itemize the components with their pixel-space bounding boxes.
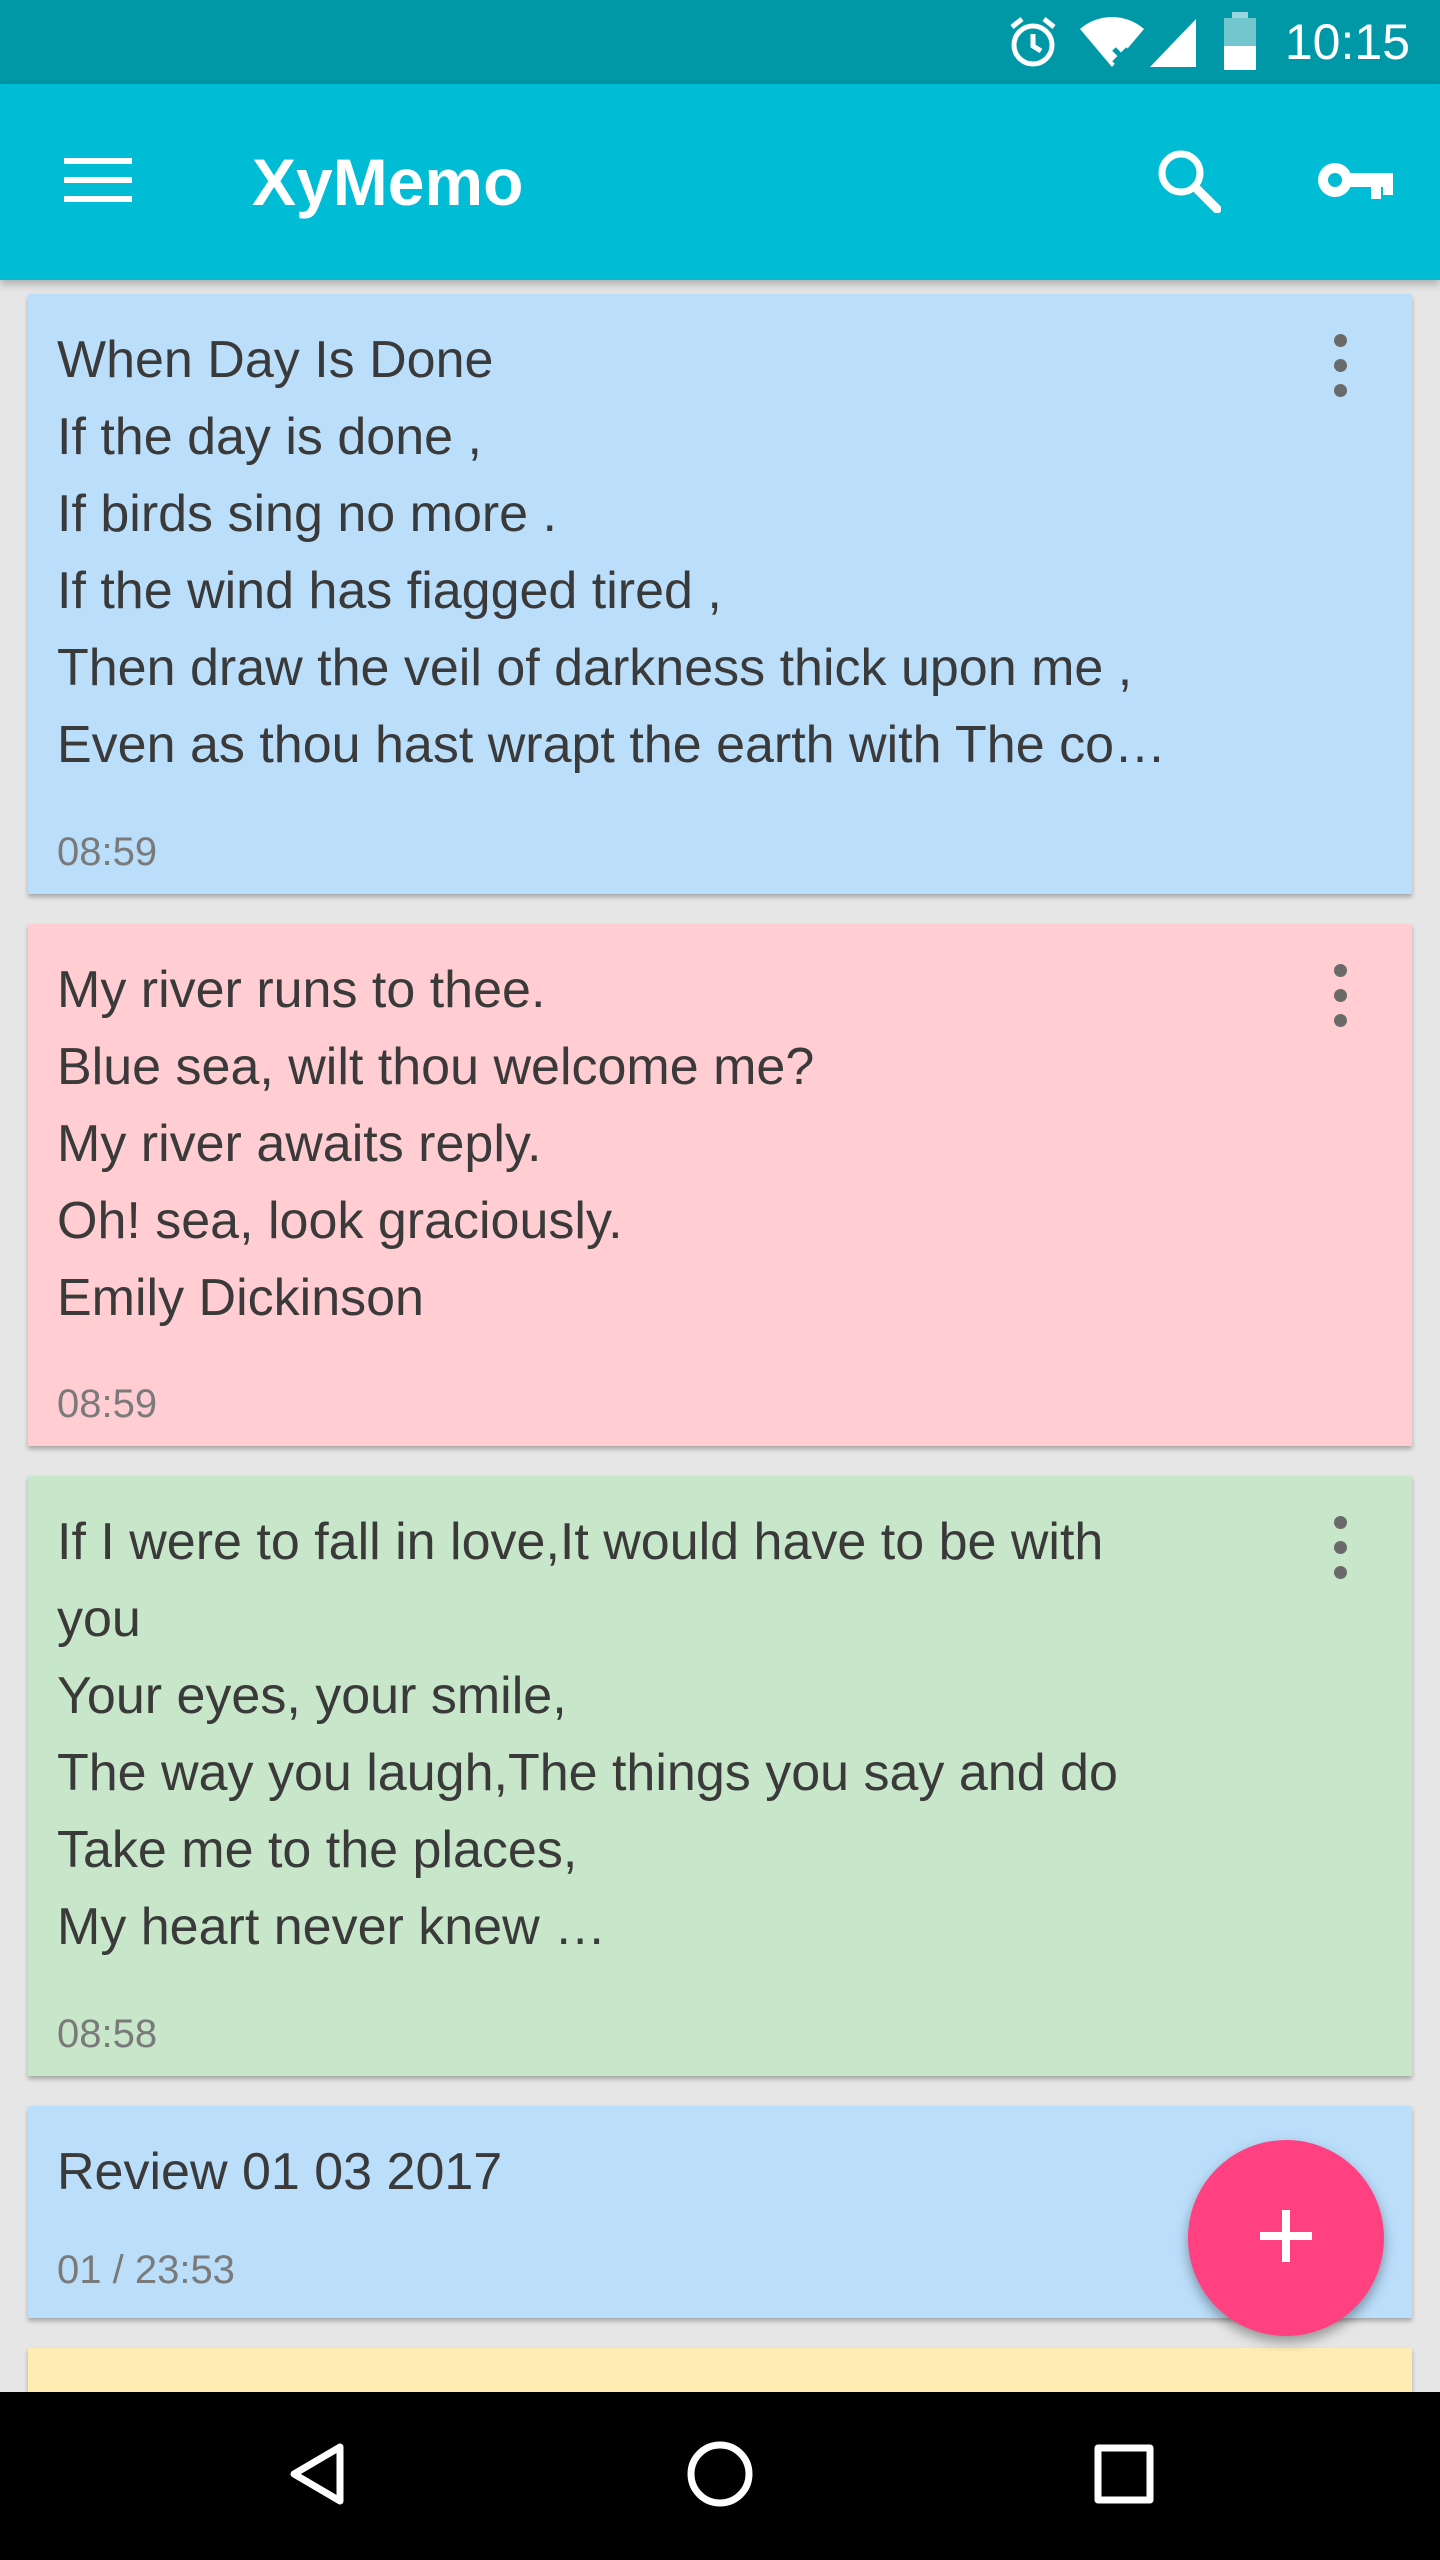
memo-text: If I were to fall in love,It would have … bbox=[57, 1504, 1257, 1966]
back-icon bbox=[286, 2441, 346, 2512]
status-time: 10:15 bbox=[1284, 14, 1410, 70]
memo-line: My river runs to thee. bbox=[57, 961, 546, 1019]
memo-card[interactable] bbox=[28, 2348, 1412, 2392]
memo-line: My heart never knew … bbox=[57, 1898, 607, 1956]
recents-button[interactable] bbox=[1044, 2392, 1204, 2560]
memo-list[interactable]: When Day Is Done If the day is done , If… bbox=[0, 280, 1440, 2392]
home-button[interactable] bbox=[640, 2392, 800, 2560]
memo-card[interactable]: If I were to fall in love,It would have … bbox=[28, 1476, 1412, 2076]
key-icon bbox=[1315, 155, 1395, 210]
memo-line: Your eyes, your smile, bbox=[57, 1667, 567, 1725]
add-memo-button[interactable] bbox=[1188, 2140, 1384, 2336]
app-title: XyMemo bbox=[252, 145, 524, 219]
memo-line: The way you laugh,The things you say and… bbox=[57, 1744, 1118, 1802]
memo-line: If the day is done , bbox=[57, 408, 482, 466]
memo-line: Blue sea, wilt thou welcome me? bbox=[57, 1038, 815, 1096]
memo-line: Review 01 03 2017 bbox=[57, 2143, 503, 2201]
memo-card[interactable]: My river runs to thee. Blue sea, wilt th… bbox=[28, 924, 1412, 1446]
recents-icon bbox=[1094, 2444, 1154, 2509]
more-options-icon[interactable] bbox=[1320, 320, 1360, 410]
memo-line: If the wind has fiagged tired , bbox=[57, 562, 722, 620]
back-button[interactable] bbox=[236, 2392, 396, 2560]
memo-text: Review 01 03 2017 bbox=[57, 2134, 1257, 2211]
memo-line: Emily Dickinson bbox=[57, 1269, 424, 1327]
search-icon bbox=[1155, 147, 1222, 218]
navigation-bar bbox=[0, 2392, 1440, 2560]
more-options-icon[interactable] bbox=[1320, 1502, 1360, 1592]
memo-time: 01 / 23:53 bbox=[57, 2248, 235, 2292]
status-bar: 10:15 bbox=[0, 0, 1440, 84]
search-button[interactable] bbox=[1136, 84, 1240, 280]
memo-line: you bbox=[57, 1590, 141, 1648]
memo-line: Oh! sea, look graciously. bbox=[57, 1192, 623, 1250]
memo-line: Take me to the places, bbox=[57, 1821, 578, 1879]
alarm-icon bbox=[1006, 0, 1060, 84]
memo-time: 08:59 bbox=[57, 830, 158, 874]
plus-icon bbox=[1258, 2208, 1314, 2269]
memo-line: If birds sing no more . bbox=[57, 485, 557, 543]
memo-line: When Day Is Done bbox=[57, 331, 494, 389]
app-bar: XyMemo bbox=[0, 84, 1440, 280]
home-icon bbox=[686, 2440, 754, 2513]
menu-icon bbox=[64, 156, 132, 209]
memo-time: 08:59 bbox=[57, 1382, 158, 1426]
menu-button[interactable] bbox=[46, 84, 150, 280]
memo-time: 08:58 bbox=[57, 2012, 158, 2056]
key-button[interactable] bbox=[1300, 84, 1410, 280]
wifi-icon bbox=[1078, 0, 1146, 84]
memo-line: Then draw the veil of darkness thick upo… bbox=[57, 639, 1133, 697]
signal-icon bbox=[1148, 0, 1198, 84]
battery-icon bbox=[1222, 0, 1258, 84]
memo-line: If I were to fall in love,It would have … bbox=[57, 1513, 1104, 1571]
memo-text: When Day Is Done If the day is done , If… bbox=[57, 322, 1257, 784]
memo-line: Even as thou hast wrapt the earth with T… bbox=[57, 716, 1166, 774]
memo-card[interactable]: When Day Is Done If the day is done , If… bbox=[28, 294, 1412, 894]
memo-text: My river runs to thee. Blue sea, wilt th… bbox=[57, 952, 1257, 1337]
more-options-icon[interactable] bbox=[1320, 950, 1360, 1040]
memo-line: My river awaits reply. bbox=[57, 1115, 542, 1173]
